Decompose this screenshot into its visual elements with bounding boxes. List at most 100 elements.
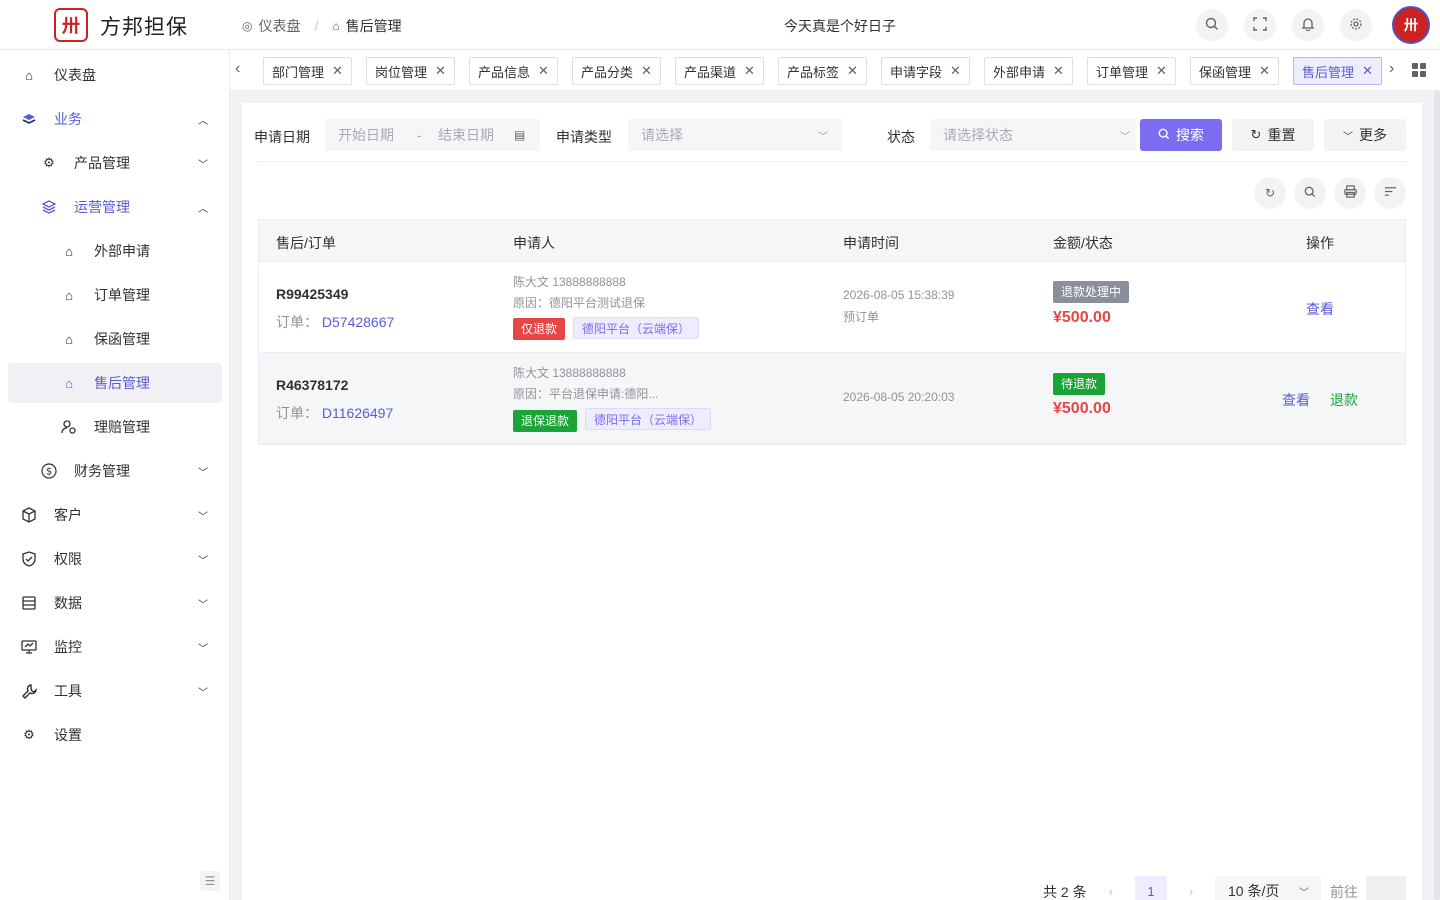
refund-button[interactable]: 退款 [1330, 390, 1358, 410]
tabs-bar: ‹ 部门管理 ✕ 岗位管理 ✕ 产品信息 ✕ 产品分类 ✕ 产品渠道 ✕ 产品标签 ✕ 申请… [230, 50, 1440, 90]
sidebar-item-dashboard[interactable]: ⌂ 仪表盘 [8, 55, 222, 95]
sidebar-item-product-management[interactable]: ⚙ 产品管理 ﹀ [8, 143, 222, 183]
collapse-icon: ☰ [204, 874, 216, 888]
sidebar-item-operations-management[interactable]: 运营管理 ︿ [8, 187, 222, 227]
sidebar-item-label: 监控 [54, 639, 82, 655]
more-button-label: 更多 [1359, 127, 1387, 143]
tabs-scroll-left-icon[interactable]: ‹ [235, 60, 240, 78]
order-number-link[interactable]: D57428667 [322, 314, 394, 330]
close-icon[interactable]: ✕ [1156, 63, 1167, 79]
sidebar-item-business[interactable]: 业务 ︿ [8, 99, 222, 139]
tab-product-tag[interactable]: 产品标签 ✕ [778, 57, 867, 85]
order-prefix: 订单： [276, 314, 318, 330]
print-button[interactable] [1334, 177, 1366, 209]
database-icon [21, 595, 37, 611]
sidebar-item-aftersale-management[interactable]: ⌂ 售后管理 [8, 363, 222, 403]
range-separator: - [417, 127, 422, 143]
order-ref: 订单： D57428667 [276, 312, 394, 332]
status-placeholder: 请选择状态 [943, 127, 1013, 143]
close-icon[interactable]: ✕ [538, 63, 549, 79]
close-icon[interactable]: ✕ [950, 63, 961, 79]
tab-product-info[interactable]: 产品信息 ✕ [469, 57, 558, 85]
reset-button[interactable]: ↻ 重置 [1232, 119, 1314, 151]
cube-icon [21, 507, 37, 523]
tab-guarantee-management[interactable]: 保函管理 ✕ [1190, 57, 1279, 85]
page-scrollbar[interactable] [1434, 90, 1440, 900]
refresh-table-button[interactable]: ↻ [1254, 177, 1286, 209]
sidebar: ⌂ 仪表盘 业务 ︿ ⚙ 产品管理 ﹀ 运营管理 ︿ ⌂ 外部申请 ⌂ 订单管理… [0, 50, 230, 900]
monitor-icon [21, 639, 37, 655]
start-date-placeholder[interactable]: 开始日期 [338, 125, 394, 145]
collapse-sidebar-button[interactable]: ☰ [200, 871, 220, 891]
tab-order-management[interactable]: 订单管理 ✕ [1087, 57, 1176, 85]
fullscreen-button[interactable] [1244, 9, 1276, 41]
sidebar-item-finance-management[interactable]: $ 财务管理 ﹀ [8, 451, 222, 491]
search-button[interactable]: 搜索 [1140, 119, 1222, 151]
more-button[interactable]: ﹀ 更多 [1324, 119, 1406, 151]
applicant: 陈大文 13888888888 [513, 366, 626, 380]
sidebar-item-guarantee-management[interactable]: ⌂ 保函管理 [8, 319, 222, 359]
apply-type-select[interactable]: 请选择 ﹀ [628, 119, 842, 151]
aftersale-table: 售后/订单 申请人 申请时间 金额/状态 操作 R99425349 订单： D5… [258, 219, 1406, 445]
top-header: 卅 方邦担保 ◎ 仪表盘 / ⌂ 售后管理 今天真是个好日子 卅 [0, 0, 1440, 50]
order-number-link[interactable]: D11626497 [322, 405, 393, 421]
sidebar-item-tools[interactable]: 工具 ﹀ [8, 671, 222, 711]
status-badge: 待退款 [1053, 373, 1106, 395]
chevron-down-icon: ﹀ [1299, 887, 1309, 899]
breadcrumb-dashboard[interactable]: 仪表盘 [258, 16, 300, 36]
sidebar-item-customer[interactable]: 客户 ﹀ [8, 495, 222, 535]
pagination-total: 共 2 条 [1043, 884, 1087, 900]
sidebar-item-data[interactable]: 数据 ﹀ [8, 583, 222, 623]
tabs-scroll-right-icon[interactable]: › [1389, 60, 1394, 78]
column-settings-button[interactable] [1374, 177, 1406, 209]
tab-aftersale-management[interactable]: 售后管理 ✕ [1293, 57, 1382, 85]
tab-label: 产品渠道 [684, 64, 737, 80]
close-icon[interactable]: ✕ [847, 63, 858, 79]
grid-icon[interactable] [1412, 63, 1426, 77]
date-range-picker[interactable]: 开始日期 - 结束日期 ▤ [325, 119, 540, 151]
status-select[interactable]: 请选择状态 ﹀ [930, 119, 1136, 151]
settings-button[interactable] [1340, 9, 1372, 41]
tab-apply-field[interactable]: 申请字段 ✕ [881, 57, 970, 85]
notification-button[interactable] [1292, 9, 1324, 41]
close-icon[interactable]: ✕ [332, 63, 343, 79]
sidebar-item-monitor[interactable]: 监控 ﹀ [8, 627, 222, 667]
table-row: R99425349 订单： D57428667 陈大文 13888888888 … [259, 262, 1405, 353]
home-icon: ⌂ [65, 331, 73, 347]
view-button[interactable]: 查看 [1282, 390, 1310, 410]
page-size-select[interactable]: 10 条/页 ﹀ [1215, 876, 1321, 900]
toggle-search-button[interactable] [1294, 177, 1326, 209]
search-icon [1158, 127, 1170, 143]
prev-page-button[interactable]: ‹ [1095, 876, 1127, 900]
home-icon: ⌂ [65, 243, 73, 259]
next-page-button[interactable]: › [1175, 876, 1207, 900]
end-date-placeholder[interactable]: 结束日期 [438, 125, 494, 145]
user-avatar[interactable]: 卅 [1392, 6, 1430, 44]
sidebar-item-permission[interactable]: 权限 ﹀ [8, 539, 222, 579]
sidebar-item-settings[interactable]: ⚙ 设置 [8, 715, 222, 755]
view-button[interactable]: 查看 [1306, 299, 1334, 319]
tab-label: 订单管理 [1096, 64, 1149, 80]
tab-position[interactable]: 岗位管理 ✕ [366, 57, 455, 85]
tab-external-apply[interactable]: 外部申请 ✕ [984, 57, 1073, 85]
tab-product-category[interactable]: 产品分类 ✕ [572, 57, 661, 85]
close-icon[interactable]: ✕ [1259, 63, 1270, 79]
page-number[interactable]: 1 [1135, 876, 1167, 900]
scrollbar-thumb[interactable] [1434, 90, 1440, 900]
sidebar-item-order-management[interactable]: ⌂ 订单管理 [8, 275, 222, 315]
close-icon[interactable]: ✕ [641, 63, 652, 79]
sidebar-item-claim-management[interactable]: 理赔管理 [8, 407, 222, 447]
goto-page-input[interactable] [1366, 876, 1406, 900]
sidebar-item-label: 仪表盘 [54, 67, 96, 83]
tab-department[interactable]: 部门管理 ✕ [263, 57, 352, 85]
apply-time: 2026-08-05 20:20:03 [843, 390, 955, 404]
close-icon[interactable]: ✕ [1053, 63, 1064, 79]
search-button[interactable] [1196, 9, 1228, 41]
sidebar-item-external-apply[interactable]: ⌂ 外部申请 [8, 231, 222, 271]
close-icon[interactable]: ✕ [1362, 63, 1373, 79]
close-icon[interactable]: ✕ [435, 63, 446, 79]
tab-product-channel[interactable]: 产品渠道 ✕ [675, 57, 764, 85]
chevron-down-icon: ﹀ [198, 643, 208, 655]
bell-icon [1301, 17, 1315, 34]
close-icon[interactable]: ✕ [744, 63, 755, 79]
